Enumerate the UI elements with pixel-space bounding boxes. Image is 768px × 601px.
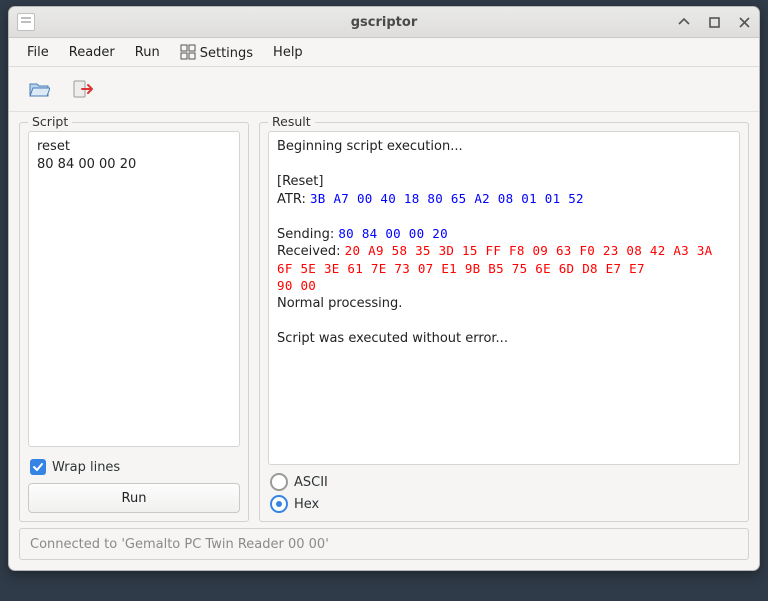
radio-hex[interactable]: Hex: [270, 495, 738, 513]
script-panel-label: Script: [28, 114, 72, 129]
received-sw: 90 00: [277, 278, 731, 295]
result-line: [Reset]: [277, 173, 731, 191]
menu-run[interactable]: Run: [125, 41, 170, 64]
status-text: Connected to 'Gemalto PC Twin Reader 00 …: [30, 537, 329, 552]
minimize-icon[interactable]: [677, 15, 691, 29]
close-icon[interactable]: [737, 15, 751, 29]
quit-button[interactable]: [69, 75, 97, 103]
script-textarea[interactable]: reset 80 84 00 00 20: [28, 131, 240, 447]
run-button-label: Run: [122, 491, 147, 506]
result-line: ATR: 3B A7 00 40 18 80 65 A2 08 01 01 52: [277, 191, 731, 209]
radio-ascii-label: ASCII: [294, 475, 328, 490]
script-panel: Script reset 80 84 00 00 20 Wrap lines R…: [19, 122, 249, 522]
menu-settings-label: Settings: [200, 46, 253, 61]
format-radio-group: ASCII Hex: [260, 473, 748, 521]
result-output[interactable]: Beginning script execution... [Reset] AT…: [268, 131, 740, 465]
status-bar: Connected to 'Gemalto PC Twin Reader 00 …: [19, 528, 749, 560]
titlebar: gscriptor: [9, 7, 759, 38]
wrap-lines-checkbox[interactable]: Wrap lines: [20, 455, 248, 481]
result-line: Sending: 80 84 00 00 20: [277, 226, 731, 244]
result-panel-label: Result: [268, 114, 315, 129]
toolbar: [9, 67, 759, 112]
received-label: Received:: [277, 244, 345, 259]
result-line: Beginning script execution...: [277, 138, 731, 156]
atr-label: ATR:: [277, 192, 310, 207]
menubar: File Reader Run Settings Help: [9, 38, 759, 67]
radio-icon: [270, 473, 288, 491]
menu-settings[interactable]: Settings: [170, 40, 263, 65]
sending-value: 80 84 00 00 20: [338, 226, 448, 241]
radio-icon: [270, 495, 288, 513]
settings-icon: [180, 44, 196, 60]
script-line: reset: [37, 138, 231, 156]
script-line: 80 84 00 00 20: [37, 156, 231, 174]
atr-value: 3B A7 00 40 18 80 65 A2 08 01 01 52: [310, 191, 584, 206]
radio-hex-label: Hex: [294, 497, 319, 512]
run-button[interactable]: Run: [28, 483, 240, 513]
menu-reader[interactable]: Reader: [59, 41, 125, 64]
result-line: Normal processing.: [277, 295, 731, 313]
app-window: gscriptor File Reader Run: [8, 6, 760, 571]
open-file-button[interactable]: [25, 75, 53, 103]
received-value: 20 A9 58 35 3D 15 FF F8 09 63 F0 23 08 4…: [345, 243, 713, 258]
window-title: gscriptor: [9, 15, 759, 30]
main-content: Script reset 80 84 00 00 20 Wrap lines R…: [9, 112, 759, 528]
result-line: Received: 20 A9 58 35 3D 15 FF F8 09 63 …: [277, 243, 731, 261]
maximize-icon[interactable]: [707, 15, 721, 29]
menu-help[interactable]: Help: [263, 41, 313, 64]
received-value: 6F 5E 3E 61 7E 73 07 E1 9B B5 75 6E 6D D…: [277, 261, 731, 278]
menu-file[interactable]: File: [17, 41, 59, 64]
app-icon: [17, 13, 35, 31]
result-line: Script was executed without error...: [277, 330, 731, 348]
check-icon: [30, 459, 46, 475]
wrap-lines-label: Wrap lines: [52, 460, 120, 475]
sending-label: Sending:: [277, 227, 338, 242]
result-panel: Result Beginning script execution... [Re…: [259, 122, 749, 522]
radio-ascii[interactable]: ASCII: [270, 473, 738, 491]
